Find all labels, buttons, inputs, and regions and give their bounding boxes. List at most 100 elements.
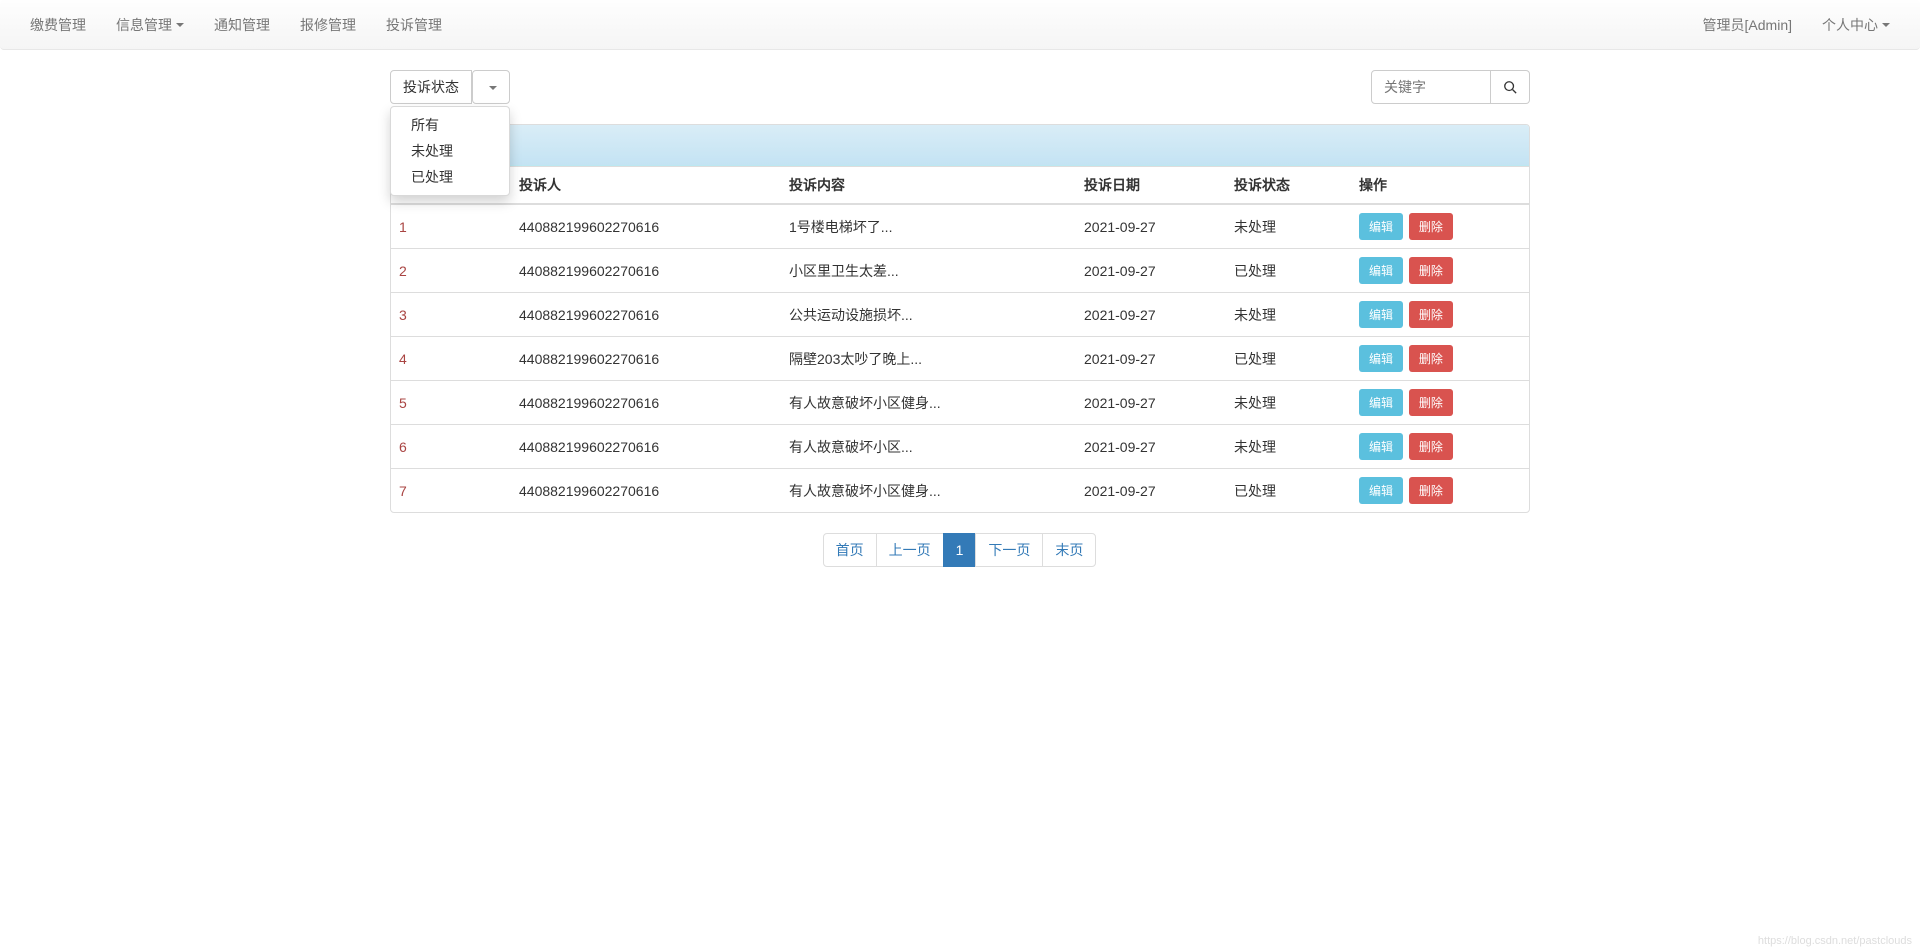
complaint-table: 投诉编号 投诉人 投诉内容 投诉日期 投诉状态 操作 1 44088219960… (391, 166, 1529, 512)
complaint-id-link[interactable]: 7 (399, 483, 407, 499)
search-group (1371, 70, 1530, 104)
filter-dropdown-toggle[interactable] (472, 70, 510, 104)
cell-status: 已处理 (1226, 337, 1351, 381)
table-header-row: 投诉编号 投诉人 投诉内容 投诉日期 投诉状态 操作 (391, 167, 1529, 205)
cell-actions: 编辑 删除 (1351, 337, 1529, 381)
search-input[interactable] (1371, 70, 1491, 104)
toolbar: 投诉状态 所有 未处理 已处理 (390, 70, 1530, 104)
nav-item-complaint[interactable]: 投诉管理 (371, 0, 457, 50)
filter-button-group: 投诉状态 所有 未处理 已处理 (390, 70, 510, 104)
edit-button[interactable]: 编辑 (1359, 345, 1403, 372)
th-content: 投诉内容 (781, 167, 1076, 205)
table-row: 3 440882199602270616 公共运动设施损坏... 2021-09… (391, 293, 1529, 337)
watermark: https://blog.csdn.net/pastclouds (1758, 935, 1912, 947)
complaint-id-link[interactable]: 1 (399, 219, 407, 235)
edit-button[interactable]: 编辑 (1359, 477, 1403, 504)
cell-status: 已处理 (1226, 469, 1351, 513)
edit-button[interactable]: 编辑 (1359, 433, 1403, 460)
delete-button[interactable]: 删除 (1409, 389, 1453, 416)
cell-id: 5 (391, 381, 511, 425)
caret-icon (176, 23, 184, 27)
cell-person: 440882199602270616 (511, 293, 781, 337)
caret-icon (489, 86, 497, 90)
table-row: 6 440882199602270616 有人故意破坏小区... 2021-09… (391, 425, 1529, 469)
filter-dropdown-menu: 所有 未处理 已处理 (390, 106, 510, 196)
delete-button[interactable]: 删除 (1409, 345, 1453, 372)
nav-label: 个人中心 (1822, 15, 1878, 35)
page-current[interactable]: 1 (943, 533, 977, 567)
filter-option-all[interactable]: 所有 (391, 112, 509, 138)
filter-option-done[interactable]: 已处理 (391, 164, 509, 190)
complaint-id-link[interactable]: 2 (399, 263, 407, 279)
complaint-id-link[interactable]: 4 (399, 351, 407, 367)
cell-actions: 编辑 删除 (1351, 293, 1529, 337)
cell-id: 7 (391, 469, 511, 513)
delete-button[interactable]: 删除 (1409, 257, 1453, 284)
cell-date: 2021-09-27 (1076, 293, 1226, 337)
nav-right: 管理员[Admin] 个人中心 (1688, 0, 1905, 50)
table-row: 1 440882199602270616 1号楼电梯坏了... 2021-09-… (391, 204, 1529, 249)
filter-option-pending[interactable]: 未处理 (391, 138, 509, 164)
cell-person: 440882199602270616 (511, 337, 781, 381)
cell-date: 2021-09-27 (1076, 204, 1226, 249)
cell-id: 2 (391, 249, 511, 293)
page-first[interactable]: 首页 (823, 533, 877, 567)
delete-button[interactable]: 删除 (1409, 301, 1453, 328)
cell-date: 2021-09-27 (1076, 249, 1226, 293)
nav-item-payment[interactable]: 缴费管理 (15, 0, 101, 50)
cell-id: 6 (391, 425, 511, 469)
th-person: 投诉人 (511, 167, 781, 205)
cell-person: 440882199602270616 (511, 249, 781, 293)
cell-content: 1号楼电梯坏了... (781, 204, 1076, 249)
table-row: 2 440882199602270616 小区里卫生太差... 2021-09-… (391, 249, 1529, 293)
cell-person: 440882199602270616 (511, 204, 781, 249)
th-date: 投诉日期 (1076, 167, 1226, 205)
cell-id: 4 (391, 337, 511, 381)
delete-button[interactable]: 删除 (1409, 477, 1453, 504)
complaint-id-link[interactable]: 3 (399, 307, 407, 323)
nav-item-notice[interactable]: 通知管理 (199, 0, 285, 50)
cell-status: 未处理 (1226, 381, 1351, 425)
cell-actions: 编辑 删除 (1351, 381, 1529, 425)
cell-content: 有人故意破坏小区健身... (781, 469, 1076, 513)
edit-button[interactable]: 编辑 (1359, 389, 1403, 416)
pagination: 首页 上一页 1 下一页 末页 (390, 533, 1530, 567)
cell-person: 440882199602270616 (511, 381, 781, 425)
nav-item-admin[interactable]: 管理员[Admin] (1688, 0, 1807, 50)
nav-left: 缴费管理 信息管理 通知管理 报修管理 投诉管理 (15, 0, 457, 50)
cell-content: 公共运动设施损坏... (781, 293, 1076, 337)
cell-status: 已处理 (1226, 249, 1351, 293)
edit-button[interactable]: 编辑 (1359, 213, 1403, 240)
filter-status-button[interactable]: 投诉状态 (390, 70, 472, 104)
nav-item-info[interactable]: 信息管理 (101, 0, 199, 50)
edit-button[interactable]: 编辑 (1359, 257, 1403, 284)
cell-status: 未处理 (1226, 293, 1351, 337)
cell-id: 1 (391, 204, 511, 249)
nav-label: 投诉管理 (386, 15, 442, 35)
nav-label: 缴费管理 (30, 15, 86, 35)
complaint-id-link[interactable]: 6 (399, 439, 407, 455)
cell-content: 小区里卫生太差... (781, 249, 1076, 293)
page-next[interactable]: 下一页 (975, 533, 1043, 567)
table-row: 4 440882199602270616 隔壁203太吵了晚上... 2021-… (391, 337, 1529, 381)
table-row: 5 440882199602270616 有人故意破坏小区健身... 2021-… (391, 381, 1529, 425)
navbar: 缴费管理 信息管理 通知管理 报修管理 投诉管理 管理员[Admin] 个人中心 (0, 0, 1920, 50)
cell-content: 隔壁203太吵了晚上... (781, 337, 1076, 381)
cell-actions: 编辑 删除 (1351, 425, 1529, 469)
page-prev[interactable]: 上一页 (876, 533, 944, 567)
page-last[interactable]: 末页 (1042, 533, 1096, 567)
cell-date: 2021-09-27 (1076, 381, 1226, 425)
search-icon (1503, 80, 1517, 94)
search-button[interactable] (1491, 70, 1530, 104)
nav-item-repair[interactable]: 报修管理 (285, 0, 371, 50)
edit-button[interactable]: 编辑 (1359, 301, 1403, 328)
delete-button[interactable]: 删除 (1409, 433, 1453, 460)
nav-item-profile[interactable]: 个人中心 (1807, 0, 1905, 50)
cell-person: 440882199602270616 (511, 425, 781, 469)
cell-content: 有人故意破坏小区健身... (781, 381, 1076, 425)
cell-person: 440882199602270616 (511, 469, 781, 513)
complaint-id-link[interactable]: 5 (399, 395, 407, 411)
delete-button[interactable]: 删除 (1409, 213, 1453, 240)
cell-actions: 编辑 删除 (1351, 249, 1529, 293)
cell-id: 3 (391, 293, 511, 337)
